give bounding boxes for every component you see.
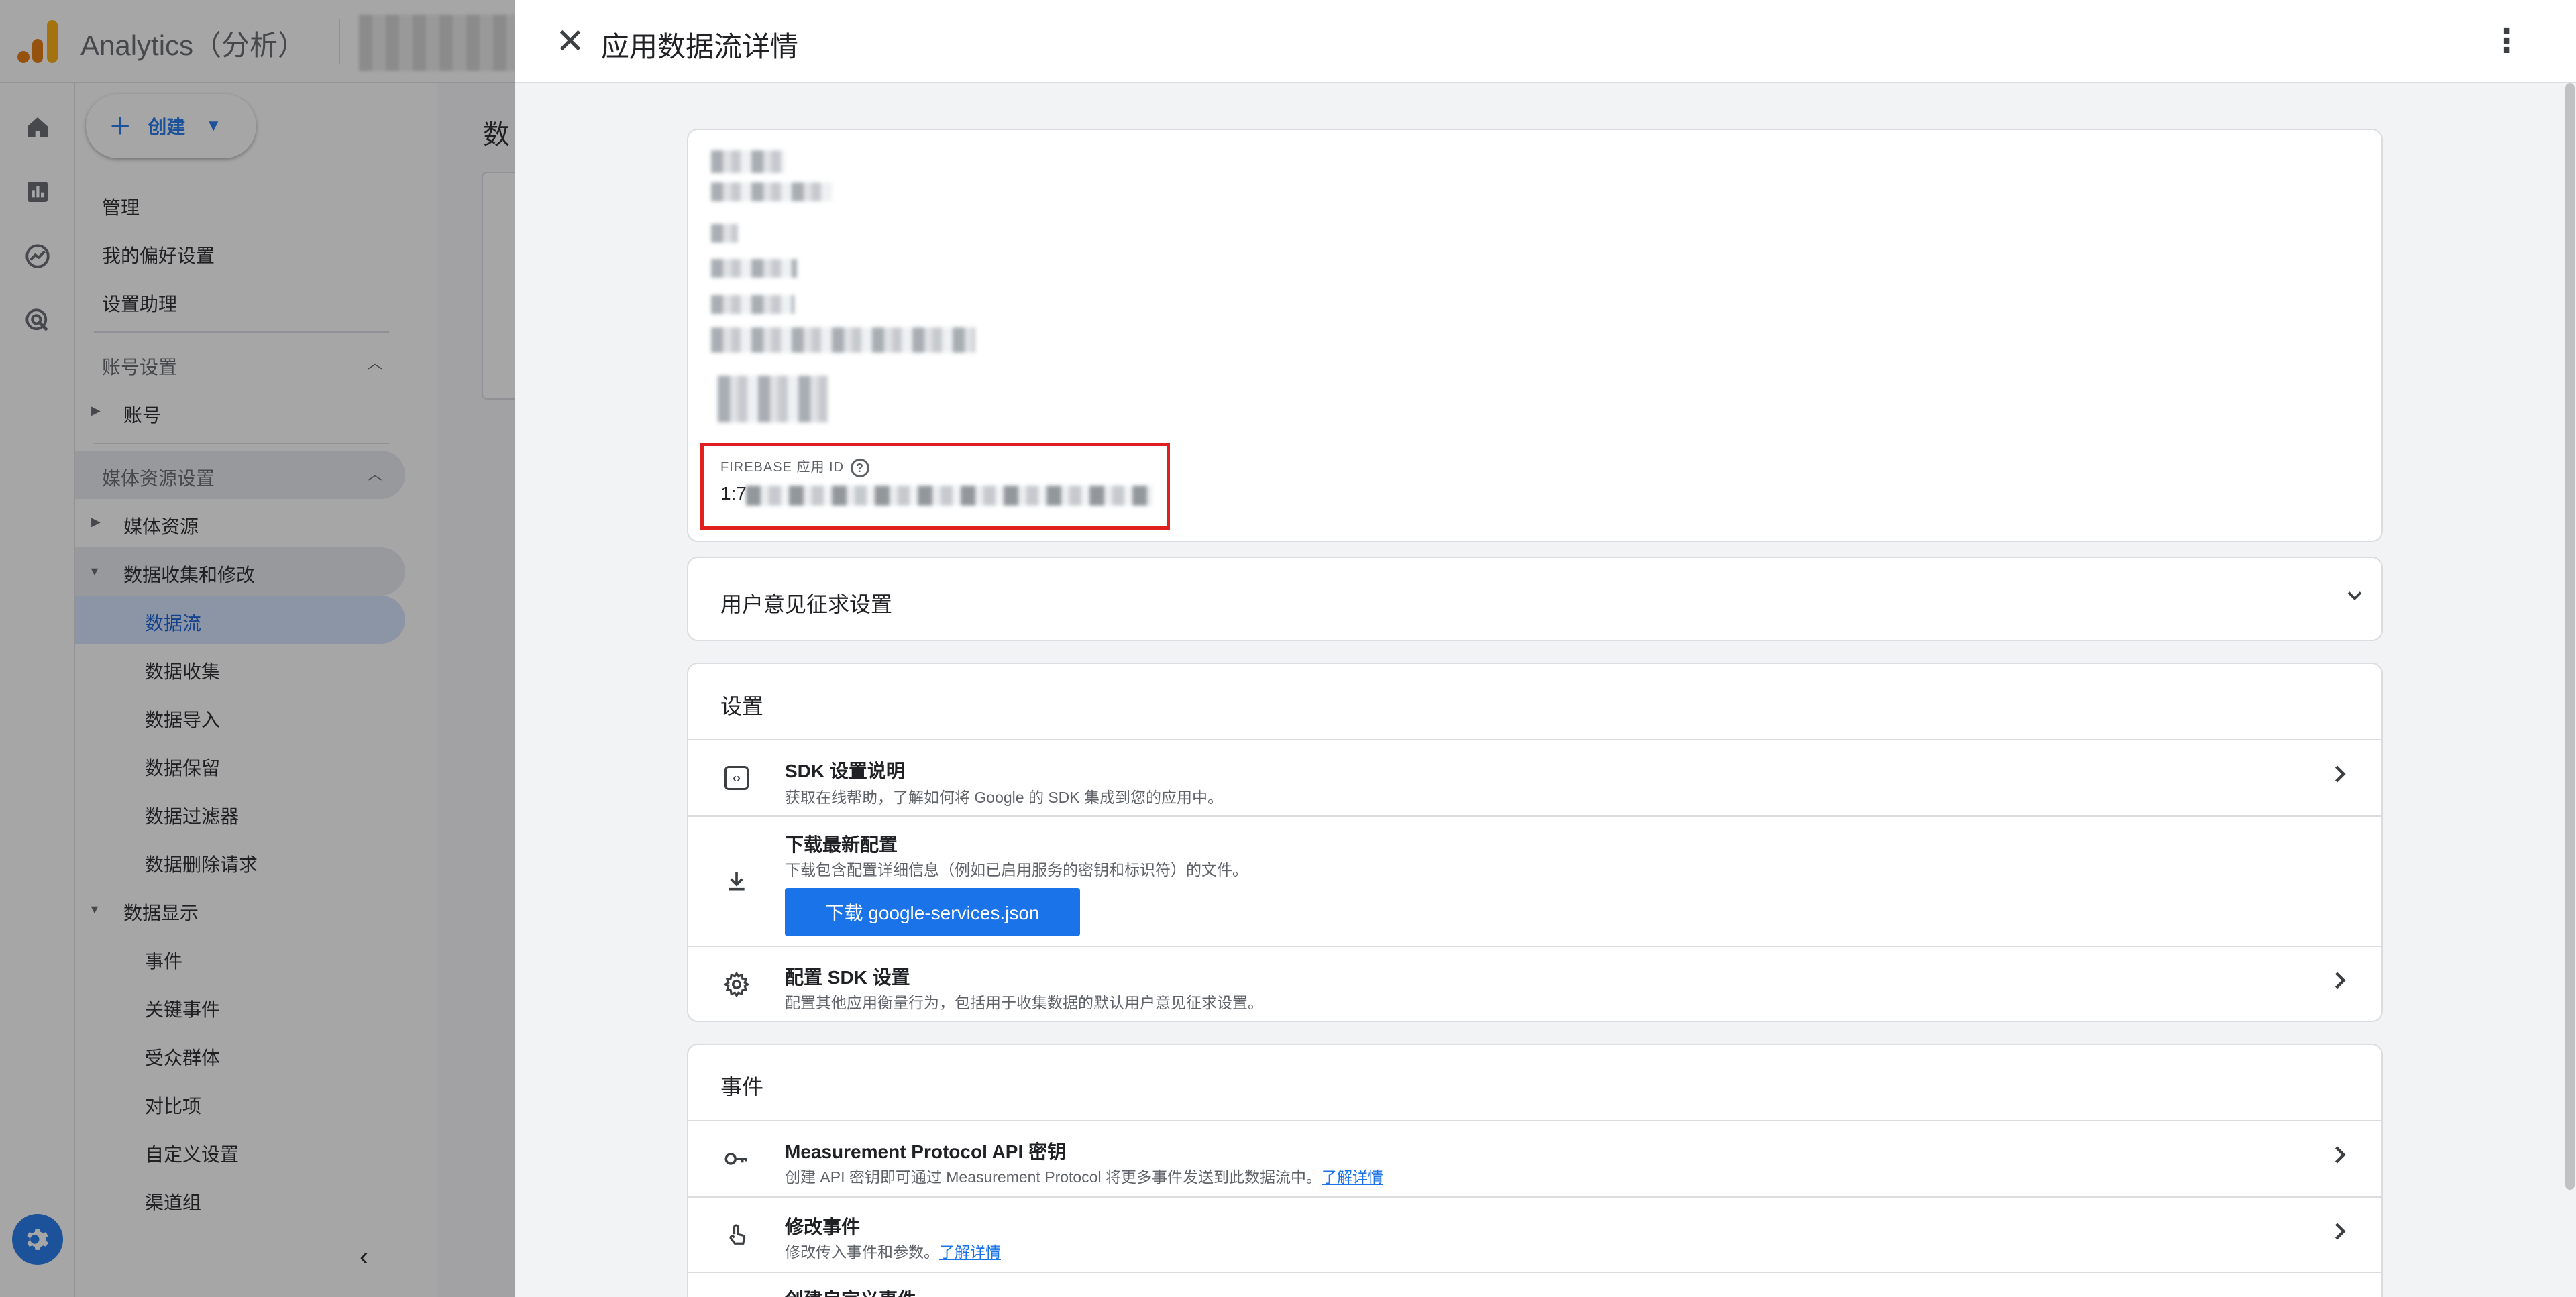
settings-title: 设置 — [720, 694, 764, 718]
consent-settings-title: 用户意见征求设置 — [720, 592, 893, 616]
chevron-right-icon[interactable] — [2325, 1140, 2355, 1177]
help-icon[interactable]: ? — [851, 458, 870, 477]
sdk-instructions-title: SDK 设置说明 — [785, 760, 905, 781]
modify-events-desc: 修改传入事件和参数。了解详情 — [785, 1243, 1001, 1261]
create-custom-event-title: 创建自定义事件 — [785, 1285, 916, 1297]
sdk-instructions-desc: 获取在线帮助，了解如何将 Google 的 SDK 集成到您的应用中。 — [785, 789, 1224, 806]
measurement-protocol-desc: 创建 API 密钥即可通过 Measurement Protocol 将更多事件… — [785, 1168, 1384, 1186]
redacted-text — [711, 327, 975, 353]
redacted-text — [711, 224, 738, 243]
create-custom-event-row[interactable]: 创建自定义事件 — [688, 1273, 2381, 1297]
learn-more-link[interactable]: 了解详情 — [939, 1243, 1001, 1261]
download-icon — [720, 865, 753, 897]
redacted-text — [718, 376, 828, 422]
events-header: 事件 — [688, 1045, 2381, 1121]
download-config-title: 下载最新配置 — [785, 834, 898, 855]
learn-more-link[interactable]: 了解详情 — [1322, 1168, 1383, 1186]
gear-icon — [720, 968, 753, 1001]
touch-icon — [720, 1219, 753, 1251]
redacted-text — [711, 259, 797, 278]
events-title: 事件 — [720, 1075, 764, 1099]
settings-header: 设置 — [688, 664, 2381, 740]
chevron-right-icon[interactable] — [2325, 759, 2355, 796]
modify-events-row[interactable]: 修改事件 修改传入事件和参数。了解详情 — [688, 1198, 2381, 1273]
stream-info-card: FIREBASE 应用 ID? 1:7 — [687, 129, 2383, 542]
configure-sdk-desc: 配置其他应用衡量行为，包括用于收集数据的默认用户意见征求设置。 — [785, 994, 1263, 1011]
chevron-right-icon[interactable] — [2325, 966, 2355, 1003]
redacted-text — [711, 150, 785, 173]
configure-sdk-title: 配置 SDK 设置 — [785, 967, 910, 988]
app-stream-details-drawer: ✕ 应用数据流详情 ⋮ FIREBASE 应用 ID? 1:7 用户意见征求设置… — [515, 0, 2576, 1297]
chevron-down-icon[interactable] — [2343, 583, 2367, 614]
chevron-right-icon[interactable] — [2325, 1217, 2355, 1253]
redacted-text — [711, 295, 794, 314]
code-icon: ‹› — [720, 762, 753, 794]
key-icon — [720, 1143, 753, 1175]
drawer-title: 应用数据流详情 — [601, 31, 799, 62]
settings-card: 设置 ‹› SDK 设置说明 获取在线帮助，了解如何将 Google 的 SDK… — [687, 663, 2383, 1022]
redacted-firebase-id — [746, 486, 1152, 506]
events-card: 事件 Measurement Protocol API 密钥 创建 API 密钥… — [687, 1044, 2383, 1297]
sdk-instructions-row[interactable]: ‹› SDK 设置说明 获取在线帮助，了解如何将 Google 的 SDK 集成… — [688, 740, 2381, 817]
consent-settings-card[interactable]: 用户意见征求设置 — [687, 557, 2383, 641]
redacted-text — [711, 182, 832, 201]
close-icon[interactable]: ✕ — [550, 21, 590, 62]
more-vert-icon[interactable]: ⋮ — [2485, 20, 2528, 63]
drawer-header: ✕ 应用数据流详情 ⋮ — [515, 0, 2576, 83]
configure-sdk-row[interactable]: 配置 SDK 设置 配置其他应用衡量行为，包括用于收集数据的默认用户意见征求设置… — [688, 947, 2381, 1022]
measurement-protocol-title: Measurement Protocol API 密钥 — [785, 1141, 1067, 1162]
download-config-row: 下载最新配置 下载包含配置详细信息（例如已启用服务的密钥和标识符）的文件。 下载… — [688, 817, 2381, 947]
firebase-id-label: FIREBASE 应用 ID? — [720, 456, 870, 477]
download-config-desc: 下载包含配置详细信息（例如已启用服务的密钥和标识符）的文件。 — [785, 861, 1248, 879]
firebase-id-value[interactable]: 1:7 — [720, 483, 747, 504]
scrollbar-thumb[interactable] — [2565, 83, 2575, 1190]
scrollbar[interactable] — [2563, 83, 2576, 1297]
download-google-services-button[interactable]: 下载 google-services.json — [785, 888, 1080, 936]
modify-events-title: 修改事件 — [785, 1217, 861, 1237]
measurement-protocol-row[interactable]: Measurement Protocol API 密钥 创建 API 密钥即可通… — [688, 1121, 2381, 1198]
